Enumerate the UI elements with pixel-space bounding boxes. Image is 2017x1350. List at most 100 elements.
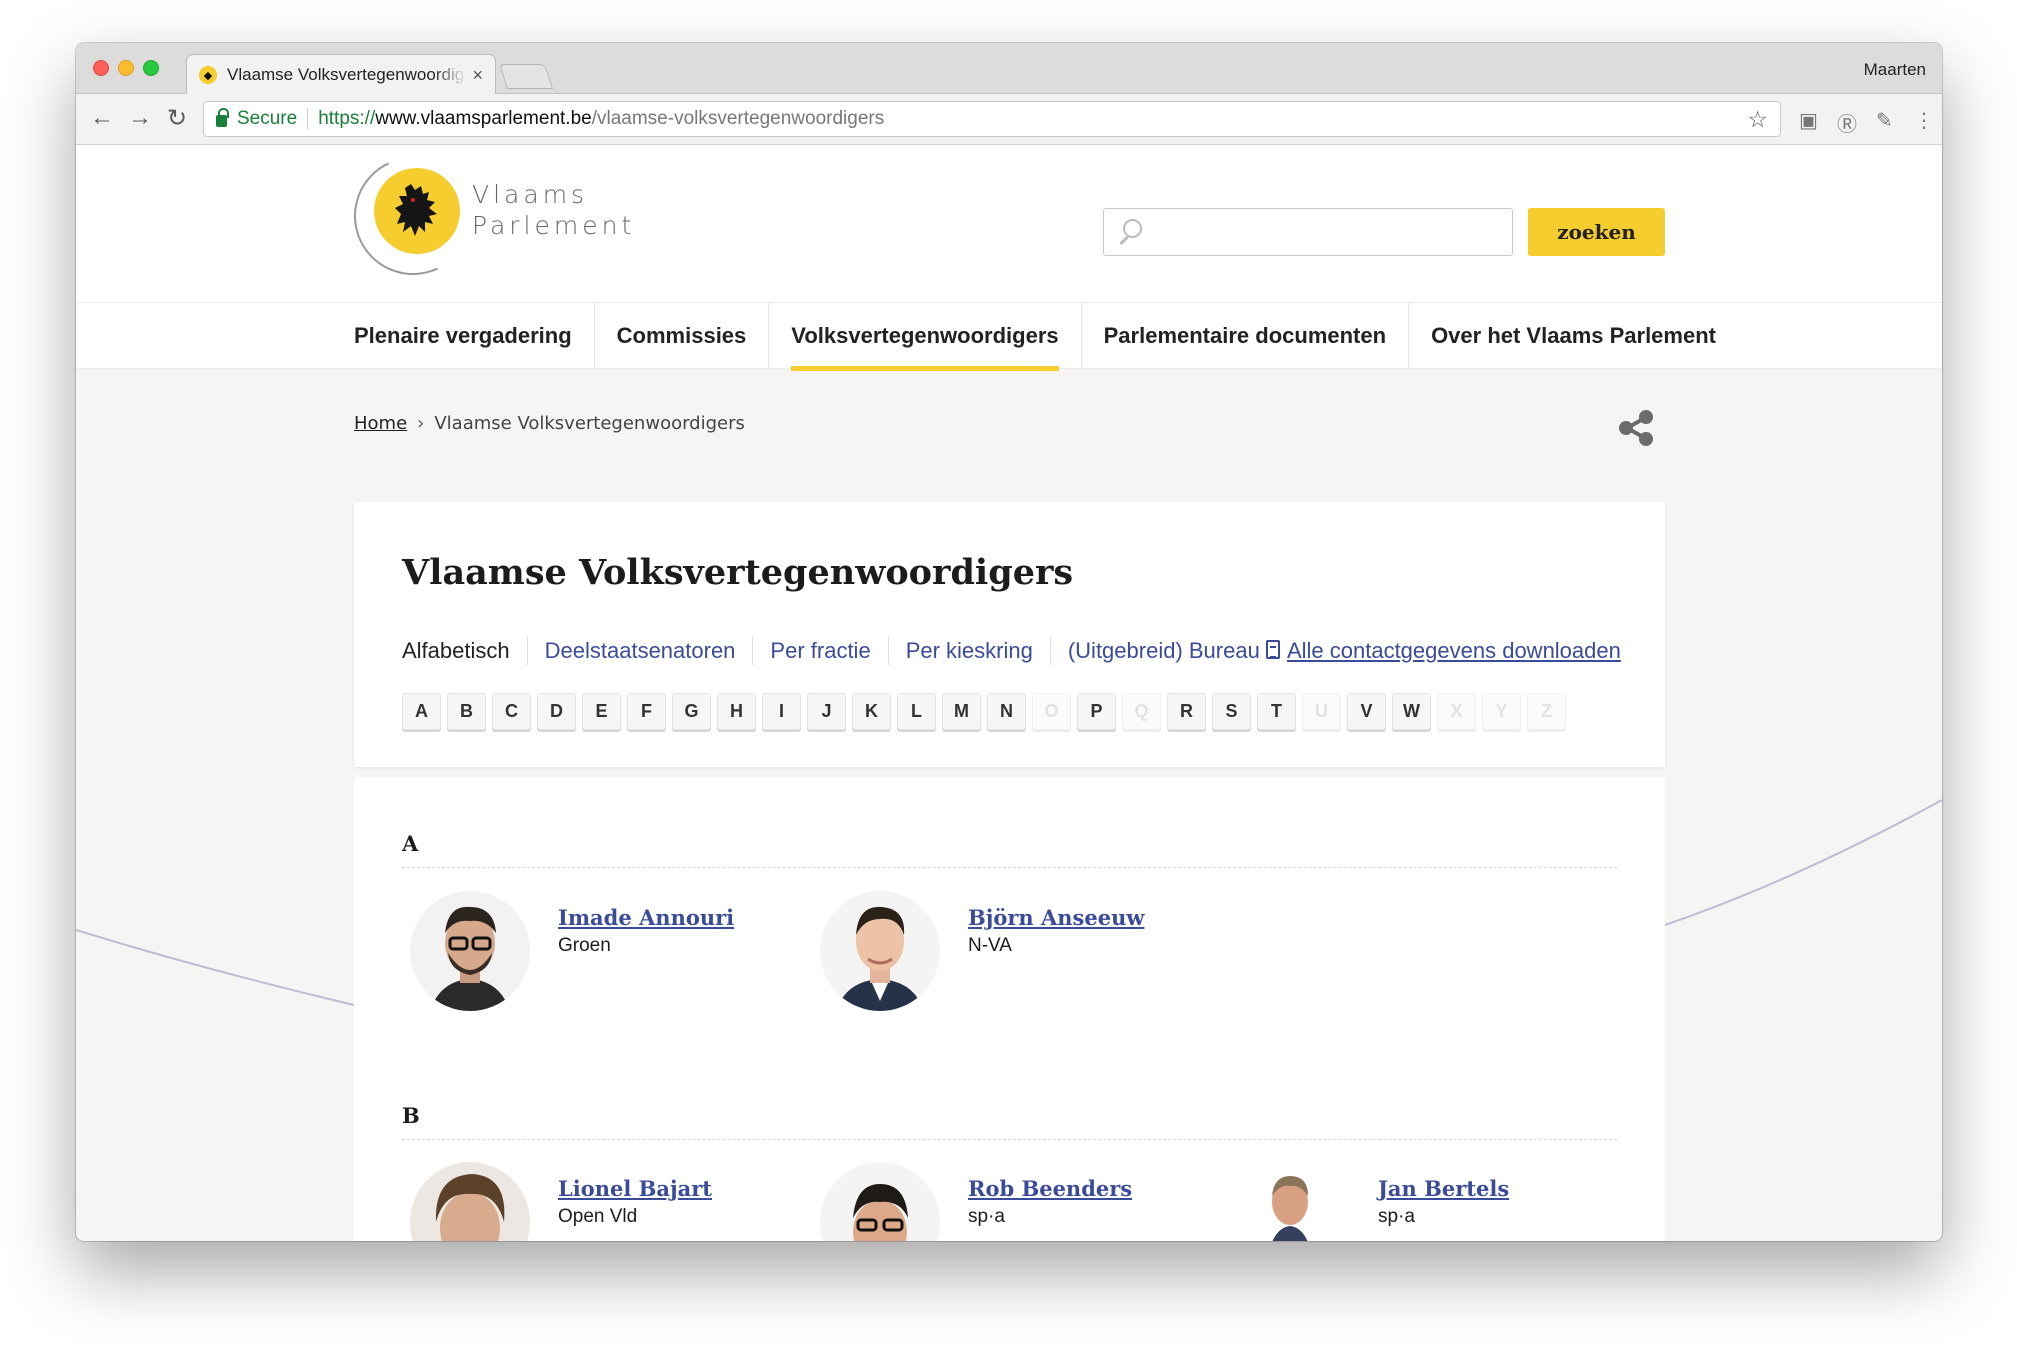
member-name-link[interactable]: Imade Annouri: [558, 905, 734, 930]
back-icon[interactable]: ←: [90, 104, 114, 132]
share-icon[interactable]: [1617, 409, 1655, 447]
member-card[interactable]: Rob Beenders sp·a: [812, 1162, 1172, 1241]
portrait-image: [410, 891, 530, 1011]
letter-filter-button[interactable]: S: [1212, 693, 1251, 730]
search-input[interactable]: [1103, 208, 1513, 256]
main-navigation-list: Plenaire vergadering Commissies Volksverte…: [354, 303, 1738, 371]
member-name-link[interactable]: Björn Anseeuw: [968, 905, 1144, 930]
omnibox-separator: [307, 108, 309, 130]
member-name-link[interactable]: Jan Bertels: [1378, 1176, 1509, 1201]
menu-icon[interactable]: ⋮: [1914, 108, 1934, 133]
section-divider: [402, 1139, 1617, 1140]
letter-filter-button[interactable]: M: [942, 693, 981, 730]
nav-item[interactable]: Plenaire vergadering: [354, 303, 594, 369]
search-button[interactable]: zoeken: [1528, 208, 1665, 256]
url-scheme: https://: [318, 108, 376, 129]
tab-bureau-label: (Uitgebreid) Bureau: [1067, 638, 1260, 663]
letter-filter-button[interactable]: N: [987, 693, 1026, 730]
letter-filter-button[interactable]: H: [717, 693, 756, 730]
member-party: sp·a: [1378, 1206, 1415, 1227]
letter-filter-button[interactable]: E: [582, 693, 621, 730]
breadcrumb: Home › Vlaamse Volksvertegenwoordigers: [354, 413, 745, 434]
avatar: [820, 891, 940, 1011]
section-letter: B: [402, 1103, 420, 1128]
letter-filter-button[interactable]: A: [402, 693, 441, 730]
letter-filter-button[interactable]: W: [1392, 693, 1431, 730]
tab-deelstaatsenatoren[interactable]: Deelstaatsenatoren: [526, 637, 753, 665]
eyedropper-icon[interactable]: ✎: [1876, 108, 1893, 133]
breadcrumb-home-link[interactable]: Home: [354, 413, 407, 434]
nav-item[interactable]: Parlementaire documenten: [1080, 303, 1408, 369]
url-host: www.vlaamsparlement.be: [375, 108, 592, 129]
letter-filter-button[interactable]: J: [807, 693, 846, 730]
tab-alfabetisch[interactable]: Alfabetisch: [402, 637, 527, 665]
breadcrumb-current: Vlaamse Volksvertegenwoordigers: [434, 413, 745, 434]
filter-card: Vlaamse Volksvertegenwoordigers Alfabeti…: [354, 502, 1665, 767]
section-divider: [402, 867, 1617, 868]
letter-filter-button[interactable]: P: [1077, 693, 1116, 730]
site-header: Vlaams Parlement zoeken: [76, 145, 1942, 303]
member-list: A Imade Annouri Groen Björn Anseeuw N-VA…: [354, 777, 1665, 1241]
avatar: [410, 891, 530, 1011]
view-tabs: Alfabetisch Deelstaatsenatoren Per fract…: [402, 637, 1621, 665]
nav-item[interactable]: Over het Vlaams Parlement: [1408, 303, 1738, 369]
member-name-link[interactable]: Lionel Bajart: [558, 1176, 712, 1201]
profile-name[interactable]: Maarten: [1864, 60, 1926, 80]
browser-window: ◆ Vlaamse Volksvertegenwoordigers × Maar…: [76, 43, 1942, 1241]
search-icon: [1116, 218, 1144, 246]
member-card[interactable]: Björn Anseeuw N-VA: [812, 891, 1172, 1021]
letter-filter-button[interactable]: L: [897, 693, 936, 730]
url-path: /vlaamse-volksvertegenwoordigers: [591, 108, 885, 129]
tab-close-icon[interactable]: ×: [472, 65, 483, 86]
letter-filter-button[interactable]: R: [1167, 693, 1206, 730]
address-bar[interactable]: Secure https:// www.vlaamsparlement.be /…: [203, 101, 1781, 137]
letter-filter-button: X: [1437, 693, 1476, 730]
letter-filter-button[interactable]: F: [627, 693, 666, 730]
chevron-right-icon: ›: [417, 413, 425, 434]
member-card[interactable]: Lionel Bajart Open Vld: [402, 1162, 762, 1241]
lock-icon: [216, 108, 229, 127]
close-window-button[interactable]: [93, 60, 109, 76]
member-party: Groen: [558, 935, 611, 956]
member-card[interactable]: Jan Bertels sp·a: [1222, 1162, 1582, 1241]
letter-filter-button[interactable]: T: [1257, 693, 1296, 730]
letter-filter-button[interactable]: G: [672, 693, 711, 730]
portrait-image: [1230, 1162, 1350, 1241]
letter-filter-button[interactable]: K: [852, 693, 891, 730]
nav-item[interactable]: Volksvertegenwoordigers: [768, 303, 1080, 371]
letter-filter-button: O: [1032, 693, 1071, 730]
star-icon[interactable]: ☆: [1747, 106, 1768, 133]
browser-tab[interactable]: ◆ Vlaamse Volksvertegenwoordigers ×: [186, 54, 496, 95]
letter-filter-button[interactable]: V: [1347, 693, 1386, 730]
zoom-window-button[interactable]: [143, 60, 159, 76]
section-letter: A: [402, 831, 419, 856]
flemish-lion-logo-icon[interactable]: [374, 168, 460, 254]
pinterest-icon[interactable]: Ⓡ: [1837, 108, 1857, 137]
tab-per-fractie[interactable]: Per fractie: [752, 637, 887, 665]
member-name-link[interactable]: Rob Beenders: [968, 1176, 1132, 1201]
letter-filter-button[interactable]: B: [447, 693, 486, 730]
minimize-window-button[interactable]: [118, 60, 134, 76]
logo-line-2: Parlement: [472, 211, 636, 240]
nav-item[interactable]: Commissies: [593, 303, 769, 369]
tab-per-kieskring[interactable]: Per kieskring: [887, 637, 1050, 665]
extension-icon[interactable]: ▣: [1799, 108, 1818, 133]
letter-filter-button[interactable]: I: [762, 693, 801, 730]
tab-bureau[interactable]: (Uitgebreid) Bureau Alle contactgegevens…: [1049, 637, 1621, 665]
tab-title: Vlaamse Volksvertegenwoordigers: [227, 65, 467, 84]
forward-icon[interactable]: →: [128, 104, 152, 132]
secure-label: Secure: [237, 108, 298, 129]
letter-filter-button[interactable]: C: [492, 693, 531, 730]
avatar: [820, 1162, 940, 1241]
reload-icon[interactable]: ↻: [167, 104, 187, 133]
letter-filter-button[interactable]: D: [537, 693, 576, 730]
logo-text: Vlaams Parlement: [472, 179, 635, 241]
alphabet-filter: ABCDEFGHIJKLMNOPQRSTUVWXYZ: [402, 693, 1566, 730]
browser-toolbar: ← → ↻ Secure https:// www.vlaamsparlemen…: [76, 94, 1942, 145]
lion-icon: [395, 184, 437, 236]
member-card[interactable]: Imade Annouri Groen: [402, 891, 762, 1021]
new-tab-button[interactable]: [498, 64, 554, 89]
download-contacts-link[interactable]: Alle contactgegevens downloaden: [1287, 638, 1621, 663]
letter-filter-button: Q: [1122, 693, 1161, 730]
logo-line-1: Vlaams: [472, 180, 589, 209]
